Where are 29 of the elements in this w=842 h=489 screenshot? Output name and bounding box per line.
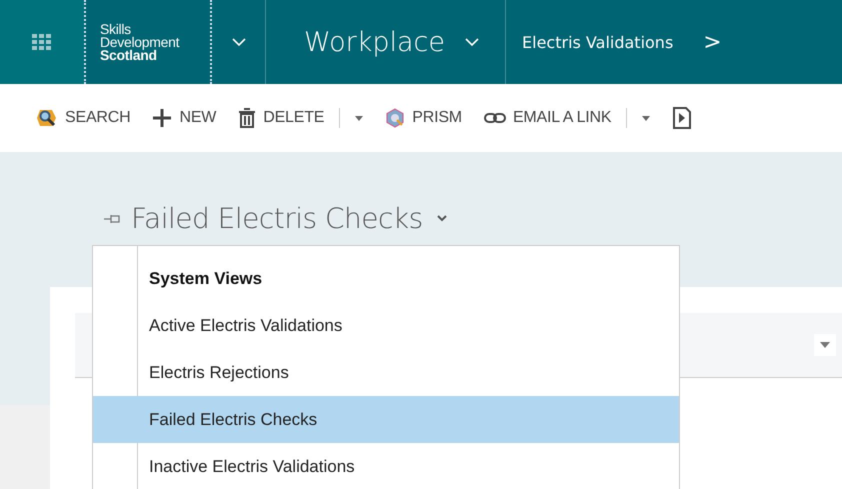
view-selector[interactable]: Failed Electris Checks xyxy=(131,202,447,235)
caret-down-icon xyxy=(355,116,364,120)
cube-icon xyxy=(385,108,406,128)
logo: Skills Development Scotland xyxy=(84,0,212,84)
chevron-down-icon xyxy=(465,38,480,46)
command-button[interactable]: EMAIL A LINK xyxy=(484,108,650,128)
menu-item[interactable]: Inactive Electris Validations xyxy=(93,443,679,489)
column-dropdown-button[interactable] xyxy=(814,334,836,356)
magnifier-icon xyxy=(36,108,58,128)
caret-down-icon xyxy=(820,342,830,348)
command-button[interactable]: DELETE xyxy=(238,108,364,128)
command-button[interactable]: NEW xyxy=(152,108,216,128)
trash-icon xyxy=(238,108,256,128)
chevron-down-icon xyxy=(436,215,447,222)
breadcrumb-arrow[interactable]: > xyxy=(673,0,722,84)
app-menu-button[interactable]: Workplace xyxy=(266,0,506,84)
entity-menu-button[interactable]: Electris Validations xyxy=(506,0,674,84)
menu-item[interactable]: Electris Rejections xyxy=(93,349,679,396)
document-play-icon[interactable] xyxy=(672,107,692,129)
app-launcher-button[interactable] xyxy=(0,0,84,84)
link-icon xyxy=(484,112,506,124)
caret-down-icon xyxy=(642,116,650,120)
plus-icon xyxy=(152,108,172,128)
command-button[interactable]: SEARCH xyxy=(36,108,130,128)
menu-section-header: System Views xyxy=(148,268,264,290)
grid-icon xyxy=(32,34,52,50)
command-button[interactable]: PRISM xyxy=(385,108,462,128)
menu-item[interactable]: Active Electris Validations xyxy=(93,302,679,349)
menu-item[interactable]: Failed Electris Checks xyxy=(93,396,679,443)
